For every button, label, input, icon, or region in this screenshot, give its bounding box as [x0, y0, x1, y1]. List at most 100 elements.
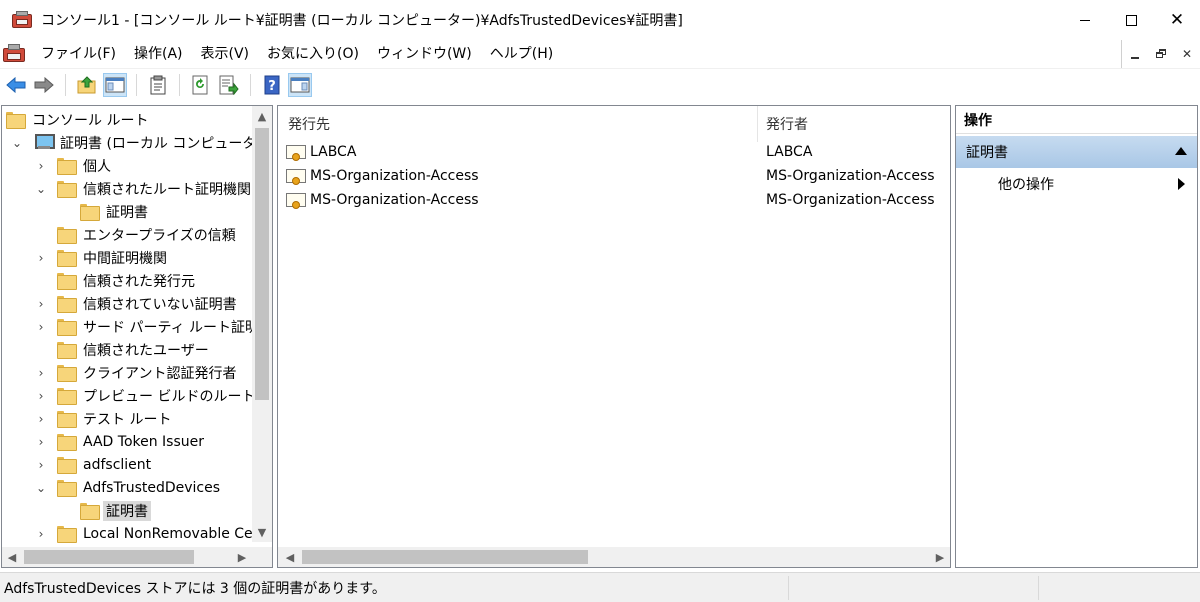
- forward-button[interactable]: [32, 73, 56, 97]
- column-header-issued-to[interactable]: 発行先: [288, 106, 758, 142]
- chevron-down-icon[interactable]: ⌄: [34, 481, 48, 495]
- tree-item-enterprise-trust[interactable]: エンタープライズの信頼: [57, 223, 236, 246]
- tree-item-trusted-people[interactable]: 信頼されたユーザー: [57, 338, 209, 361]
- tree-item-client-auth-issuers[interactable]: › クライアント認証発行者: [34, 361, 236, 384]
- scroll-right-icon[interactable]: ▶: [930, 547, 950, 567]
- table-row[interactable]: MS-Organization-Access MS-Organization-A…: [278, 188, 950, 212]
- tree-item-trusted-root-ca[interactable]: ⌄ 信頼されたルート証明機関: [34, 177, 251, 200]
- menu-window[interactable]: ウィンドウ(W): [368, 40, 481, 68]
- tree-item-aad-token-issuer[interactable]: › AAD Token Issuer: [34, 430, 204, 453]
- chevron-right-icon[interactable]: ›: [34, 366, 48, 380]
- column-header-issued-by[interactable]: 発行者: [766, 106, 946, 142]
- folder-icon: [80, 204, 100, 221]
- collapse-up-icon[interactable]: [1175, 147, 1187, 155]
- tree-item-trusted-publishers[interactable]: 信頼された発行元: [57, 269, 195, 292]
- tree-item-personal[interactable]: › 個人: [34, 154, 111, 177]
- tree-item-adfsclient[interactable]: › adfsclient: [34, 453, 151, 476]
- up-one-level-button[interactable]: [75, 73, 99, 97]
- help-button[interactable]: ?: [260, 73, 284, 97]
- up-folder-icon: [77, 75, 96, 93]
- back-button[interactable]: [4, 73, 28, 97]
- column-divider[interactable]: [757, 106, 758, 142]
- submenu-arrow-icon: [1178, 178, 1185, 190]
- scroll-down-icon[interactable]: ▼: [252, 522, 272, 542]
- refresh-button[interactable]: [189, 73, 213, 97]
- toolbar-separator: [65, 73, 66, 96]
- menu-file[interactable]: ファイル(F): [35, 40, 125, 68]
- folder-icon: [57, 227, 77, 244]
- child-restore-button[interactable]: [1148, 40, 1174, 68]
- chevron-right-icon[interactable]: ›: [34, 159, 48, 173]
- chevron-down-icon[interactable]: ⌄: [34, 182, 48, 196]
- table-row[interactable]: LABCA LABCA: [278, 140, 950, 164]
- tree-item-third-party-root-ca[interactable]: › サード パーティ ルート証明機関: [34, 315, 272, 338]
- chevron-right-icon[interactable]: ›: [34, 297, 48, 311]
- tree-item-local-nonremovable-certificates[interactable]: › Local NonRemovable Certificates: [34, 522, 272, 545]
- tree-item-certificates-local-computer[interactable]: ⌄ 証明書 (ローカル コンピューター): [10, 131, 272, 154]
- properties-button[interactable]: [146, 73, 170, 97]
- minimize-icon: [1131, 57, 1139, 59]
- export-list-button[interactable]: [217, 73, 241, 97]
- table-row[interactable]: MS-Organization-Access MS-Organization-A…: [278, 164, 950, 188]
- child-minimize-button[interactable]: [1122, 40, 1148, 68]
- child-close-button[interactable]: ✕: [1174, 40, 1200, 68]
- menu-bar: ファイル(F) 操作(A) 表示(V) お気に入り(O) ウィンドウ(W) ヘル…: [0, 40, 1200, 68]
- scrollbar-thumb[interactable]: [24, 550, 194, 564]
- tree-item-test-roots[interactable]: › テスト ルート: [34, 407, 171, 430]
- menu-view[interactable]: 表示(V): [192, 40, 259, 68]
- chevron-right-icon[interactable]: ›: [34, 320, 48, 334]
- chevron-down-icon[interactable]: ⌄: [10, 136, 24, 150]
- scrollbar-thumb[interactable]: [255, 128, 269, 400]
- console-system-menu-icon[interactable]: [3, 44, 27, 64]
- tree-item-adfstrusteddevices[interactable]: ⌄ AdfsTrustedDevices: [34, 476, 220, 499]
- tree-item-label: 信頼されていない証明書: [83, 296, 237, 313]
- chevron-right-icon[interactable]: ›: [34, 251, 48, 265]
- menu-favorites[interactable]: お気に入り(O): [258, 40, 368, 68]
- tree-vertical-scrollbar[interactable]: ▲ ▼: [252, 106, 272, 542]
- show-hide-console-tree-button[interactable]: [103, 72, 127, 97]
- refresh-icon: [192, 75, 208, 94]
- certificate-icon: [286, 192, 306, 209]
- scroll-left-icon[interactable]: ◀: [2, 547, 22, 567]
- chevron-right-icon[interactable]: ›: [34, 412, 48, 426]
- scroll-up-icon[interactable]: ▲: [252, 106, 272, 126]
- status-text: AdfsTrustedDevices ストアには 3 個の証明書があります。: [4, 580, 386, 597]
- chevron-right-icon[interactable]: ›: [34, 527, 48, 541]
- tree-item-trusted-root-certificates[interactable]: 証明書: [80, 200, 148, 223]
- show-hide-action-pane-button[interactable]: [288, 72, 312, 97]
- chevron-right-icon[interactable]: ›: [34, 458, 48, 472]
- folder-icon: [57, 365, 77, 382]
- actions-item-more-actions[interactable]: 他の操作: [956, 172, 1197, 196]
- folder-icon: [80, 503, 100, 520]
- results-horizontal-scrollbar[interactable]: ◀ ▶: [278, 547, 950, 567]
- toolbar-separator: [179, 73, 180, 96]
- tree-item-label: クライアント認証発行者: [83, 365, 237, 382]
- scroll-left-icon[interactable]: ◀: [280, 547, 300, 567]
- minimize-button[interactable]: [1062, 0, 1108, 40]
- menu-action[interactable]: 操作(A): [125, 40, 192, 68]
- tree-item-label: adfsclient: [83, 456, 152, 473]
- show-hide-action-pane-icon: [290, 77, 310, 92]
- folder-icon: [57, 480, 77, 497]
- actions-section-certificates[interactable]: 証明書: [956, 136, 1197, 168]
- tree-item-intermediate-ca[interactable]: › 中間証明機関: [34, 246, 167, 269]
- menu-help[interactable]: ヘルプ(H): [481, 40, 562, 68]
- tree-item-console-root[interactable]: コンソール ルート: [6, 108, 148, 131]
- certificate-icon: [286, 168, 306, 185]
- scrollbar-corner: [252, 547, 272, 567]
- tree-horizontal-scrollbar[interactable]: ◀ ▶: [2, 547, 272, 567]
- chevron-right-icon[interactable]: ›: [34, 389, 48, 403]
- child-window-controls: ✕: [1121, 40, 1200, 68]
- chevron-right-icon[interactable]: ›: [34, 435, 48, 449]
- issued-by-cell: LABCA: [766, 144, 813, 160]
- tree-item-preview-build-roots[interactable]: › プレビュー ビルドのルート: [34, 384, 255, 407]
- status-bar: AdfsTrustedDevices ストアには 3 個の証明書があります。: [0, 572, 1200, 602]
- folder-icon: [57, 319, 77, 336]
- tree-item-untrusted-certificates[interactable]: › 信頼されていない証明書: [34, 292, 237, 315]
- maximize-button[interactable]: [1108, 0, 1154, 40]
- scroll-right-icon[interactable]: ▶: [232, 547, 252, 567]
- scrollbar-thumb[interactable]: [302, 550, 588, 564]
- tree-item-label: 中間証明機関: [83, 250, 167, 267]
- close-button[interactable]: ✕: [1154, 0, 1200, 40]
- tree-item-adfstrusteddevices-certificates[interactable]: 証明書: [80, 499, 151, 522]
